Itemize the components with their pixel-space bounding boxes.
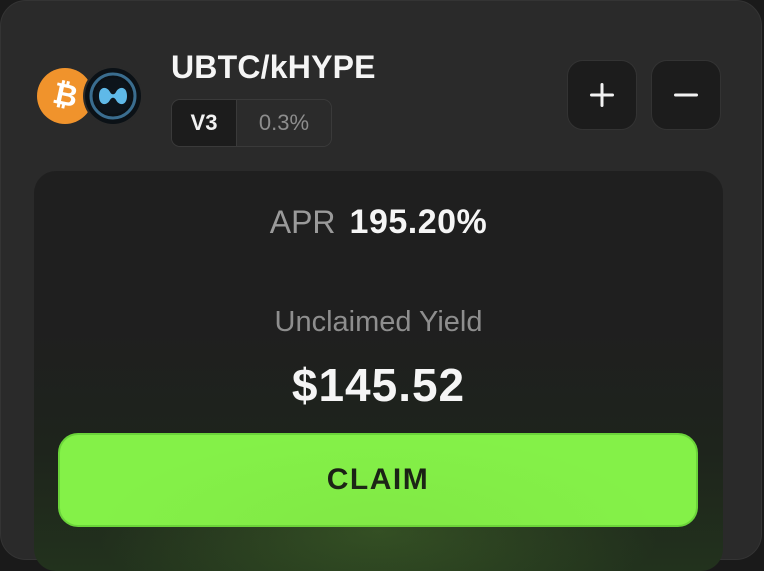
unclaimed-yield-value: $145.52 [291,359,466,411]
apr-label: APR [269,204,336,240]
claim-button-label: CLAIM [326,463,430,496]
minus-icon [674,93,698,97]
version-badge: V3 [172,100,236,146]
fee-badge: 0.3% [236,100,331,146]
token-pair-icons: ₿ [37,68,147,124]
add-liquidity-button[interactable] [567,60,637,130]
khype-icon [85,68,141,124]
pair-title: UBTC/kHYPE [171,49,376,85]
apr-row: APR 195.20% [34,203,723,242]
position-card: ₿ UBTC/kHYPE V3 0.3% APR 195.20% Unclaime… [0,0,762,571]
claim-button[interactable]: CLAIM [58,433,698,527]
pool-badges: V3 0.3% [171,99,332,147]
yield-panel: APR 195.20% Unclaimed Yield $145.52 CLAIM [34,171,723,571]
apr-value: 195.20% [349,203,488,241]
remove-liquidity-button[interactable] [651,60,721,130]
unclaimed-yield-label: Unclaimed Yield [274,306,483,338]
plus-icon [590,83,614,107]
